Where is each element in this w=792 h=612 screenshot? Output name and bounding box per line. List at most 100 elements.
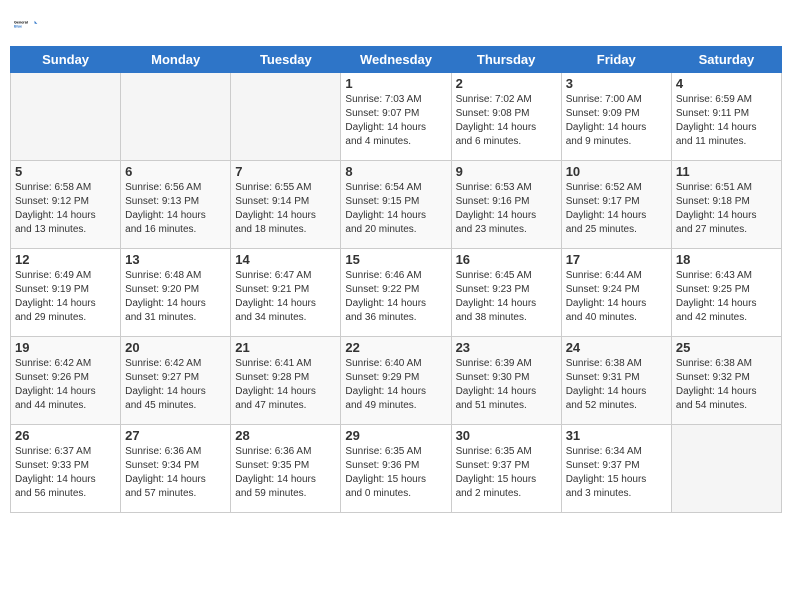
day-number: 6 (125, 164, 226, 179)
calendar-cell: 19 Sunrise: 6:42 AM Sunset: 9:26 PM Dayli… (11, 337, 121, 425)
day-number: 31 (566, 428, 667, 443)
day-number: 22 (345, 340, 446, 355)
day-info: Sunrise: 6:47 AM Sunset: 9:21 PM Dayligh… (235, 269, 336, 325)
day-info: Sunrise: 6:45 AM Sunset: 9:23 PM Dayligh… (456, 269, 557, 325)
day-info: Sunrise: 6:36 AM Sunset: 9:34 PM Dayligh… (125, 445, 226, 501)
calendar-cell: 17 Sunrise: 6:44 AM Sunset: 9:24 PM Dayli… (561, 249, 671, 337)
weekday-header: Friday (561, 47, 671, 73)
day-number: 21 (235, 340, 336, 355)
day-number: 1 (345, 76, 446, 91)
day-info: Sunrise: 7:03 AM Sunset: 9:07 PM Dayligh… (345, 93, 446, 149)
calendar-cell: 24 Sunrise: 6:38 AM Sunset: 9:31 PM Dayli… (561, 337, 671, 425)
day-number: 16 (456, 252, 557, 267)
calendar-cell: 5Sunrise: 6:58 AM Sunset: 9:12 PM Daylig… (11, 161, 121, 249)
calendar-cell: 6Sunrise: 6:56 AM Sunset: 9:13 PM Daylig… (121, 161, 231, 249)
day-info: Sunrise: 6:48 AM Sunset: 9:20 PM Dayligh… (125, 269, 226, 325)
calendar-cell: 10 Sunrise: 6:52 AM Sunset: 9:17 PM Dayli… (561, 161, 671, 249)
day-number: 23 (456, 340, 557, 355)
day-number: 4 (676, 76, 777, 91)
day-info: Sunrise: 6:42 AM Sunset: 9:27 PM Dayligh… (125, 357, 226, 413)
calendar-cell (231, 73, 341, 161)
svg-text:General: General (14, 21, 28, 25)
calendar-week-row: 1 Sunrise: 7:03 AM Sunset: 9:07 PM Daylig… (11, 73, 782, 161)
calendar-week-row: 19 Sunrise: 6:42 AM Sunset: 9:26 PM Dayli… (11, 337, 782, 425)
calendar-cell: 21 Sunrise: 6:41 AM Sunset: 9:28 PM Dayli… (231, 337, 341, 425)
calendar-cell: 4 Sunrise: 6:59 AM Sunset: 9:11 PM Daylig… (671, 73, 781, 161)
calendar-cell: 16 Sunrise: 6:45 AM Sunset: 9:23 PM Dayli… (451, 249, 561, 337)
calendar-cell: 26 Sunrise: 6:37 AM Sunset: 9:33 PM Dayli… (11, 425, 121, 513)
day-info: Sunrise: 6:53 AM Sunset: 9:16 PM Dayligh… (456, 181, 557, 237)
calendar-cell: 30 Sunrise: 6:35 AM Sunset: 9:37 PM Dayli… (451, 425, 561, 513)
day-number: 9 (456, 164, 557, 179)
calendar-cell: 9 Sunrise: 6:53 AM Sunset: 9:16 PM Daylig… (451, 161, 561, 249)
weekday-header: Monday (121, 47, 231, 73)
day-info: Sunrise: 6:51 AM Sunset: 9:18 PM Dayligh… (676, 181, 777, 237)
day-number: 30 (456, 428, 557, 443)
day-number: 12 (15, 252, 116, 267)
day-number: 25 (676, 340, 777, 355)
calendar-cell: 3Sunrise: 7:00 AM Sunset: 9:09 PM Daylig… (561, 73, 671, 161)
day-number: 17 (566, 252, 667, 267)
day-number: 11 (676, 164, 777, 179)
weekday-header: Thursday (451, 47, 561, 73)
weekday-header: Tuesday (231, 47, 341, 73)
day-info: Sunrise: 6:35 AM Sunset: 9:36 PM Dayligh… (345, 445, 446, 501)
day-number: 29 (345, 428, 446, 443)
calendar-cell: 1 Sunrise: 7:03 AM Sunset: 9:07 PM Daylig… (341, 73, 451, 161)
calendar-cell: 25Sunrise: 6:38 AM Sunset: 9:32 PM Dayli… (671, 337, 781, 425)
calendar-cell: 22 Sunrise: 6:40 AM Sunset: 9:29 PM Dayli… (341, 337, 451, 425)
weekday-header: Sunday (11, 47, 121, 73)
day-number: 27 (125, 428, 226, 443)
calendar-week-row: 5Sunrise: 6:58 AM Sunset: 9:12 PM Daylig… (11, 161, 782, 249)
day-info: Sunrise: 6:38 AM Sunset: 9:31 PM Dayligh… (566, 357, 667, 413)
day-info: Sunrise: 6:58 AM Sunset: 9:12 PM Dayligh… (15, 181, 116, 237)
calendar-cell: 7 Sunrise: 6:55 AM Sunset: 9:14 PM Daylig… (231, 161, 341, 249)
day-number: 10 (566, 164, 667, 179)
day-info: Sunrise: 6:52 AM Sunset: 9:17 PM Dayligh… (566, 181, 667, 237)
svg-text:Blue: Blue (14, 25, 22, 29)
day-info: Sunrise: 6:36 AM Sunset: 9:35 PM Dayligh… (235, 445, 336, 501)
day-info: Sunrise: 6:43 AM Sunset: 9:25 PM Dayligh… (676, 269, 777, 325)
calendar-week-row: 12Sunrise: 6:49 AM Sunset: 9:19 PM Dayli… (11, 249, 782, 337)
calendar-cell (11, 73, 121, 161)
calendar-cell: 18 Sunrise: 6:43 AM Sunset: 9:25 PM Dayli… (671, 249, 781, 337)
weekday-header-row: SundayMondayTuesdayWednesdayThursdayFrid… (11, 47, 782, 73)
day-info: Sunrise: 6:41 AM Sunset: 9:28 PM Dayligh… (235, 357, 336, 413)
day-number: 19 (15, 340, 116, 355)
day-number: 14 (235, 252, 336, 267)
day-number: 28 (235, 428, 336, 443)
day-number: 20 (125, 340, 226, 355)
calendar-cell: 29 Sunrise: 6:35 AM Sunset: 9:36 PM Dayli… (341, 425, 451, 513)
day-info: Sunrise: 6:54 AM Sunset: 9:15 PM Dayligh… (345, 181, 446, 237)
day-number: 18 (676, 252, 777, 267)
day-info: Sunrise: 6:34 AM Sunset: 9:37 PM Dayligh… (566, 445, 667, 501)
page-header: GeneralBlue (10, 10, 782, 38)
day-info: Sunrise: 6:37 AM Sunset: 9:33 PM Dayligh… (15, 445, 116, 501)
day-number: 26 (15, 428, 116, 443)
day-info: Sunrise: 6:59 AM Sunset: 9:11 PM Dayligh… (676, 93, 777, 149)
calendar-cell (671, 425, 781, 513)
day-number: 7 (235, 164, 336, 179)
day-info: Sunrise: 6:44 AM Sunset: 9:24 PM Dayligh… (566, 269, 667, 325)
day-info: Sunrise: 6:42 AM Sunset: 9:26 PM Dayligh… (15, 357, 116, 413)
day-info: Sunrise: 6:55 AM Sunset: 9:14 PM Dayligh… (235, 181, 336, 237)
day-info: Sunrise: 7:02 AM Sunset: 9:08 PM Dayligh… (456, 93, 557, 149)
day-number: 24 (566, 340, 667, 355)
day-info: Sunrise: 6:40 AM Sunset: 9:29 PM Dayligh… (345, 357, 446, 413)
calendar-table: SundayMondayTuesdayWednesdayThursdayFrid… (10, 46, 782, 513)
day-info: Sunrise: 7:00 AM Sunset: 9:09 PM Dayligh… (566, 93, 667, 149)
calendar-cell: 27 Sunrise: 6:36 AM Sunset: 9:34 PM Dayli… (121, 425, 231, 513)
day-number: 15 (345, 252, 446, 267)
calendar-cell: 15Sunrise: 6:46 AM Sunset: 9:22 PM Dayli… (341, 249, 451, 337)
calendar-cell: 31 Sunrise: 6:34 AM Sunset: 9:37 PM Dayli… (561, 425, 671, 513)
calendar-cell: 23 Sunrise: 6:39 AM Sunset: 9:30 PM Dayli… (451, 337, 561, 425)
calendar-cell: 12Sunrise: 6:49 AM Sunset: 9:19 PM Dayli… (11, 249, 121, 337)
calendar-cell: 13Sunrise: 6:48 AM Sunset: 9:20 PM Dayli… (121, 249, 231, 337)
day-info: Sunrise: 6:39 AM Sunset: 9:30 PM Dayligh… (456, 357, 557, 413)
calendar-cell: 28 Sunrise: 6:36 AM Sunset: 9:35 PM Dayli… (231, 425, 341, 513)
day-number: 8 (345, 164, 446, 179)
weekday-header: Saturday (671, 47, 781, 73)
day-info: Sunrise: 6:35 AM Sunset: 9:37 PM Dayligh… (456, 445, 557, 501)
logo-icon: GeneralBlue (14, 10, 42, 38)
calendar-cell (121, 73, 231, 161)
